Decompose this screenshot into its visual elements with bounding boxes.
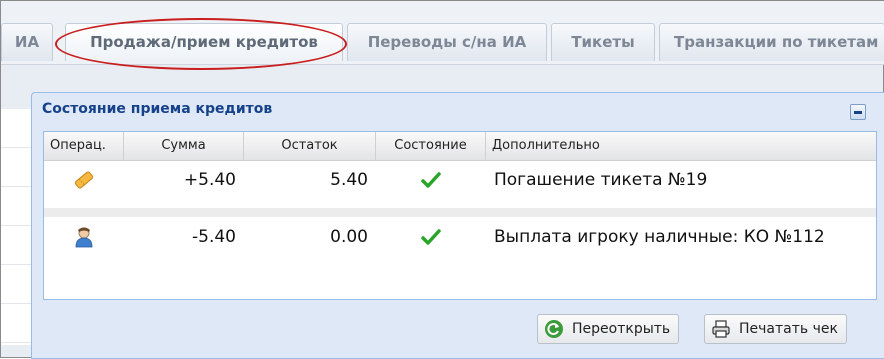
minus-icon [854,111,862,114]
column-header-status[interactable]: Состояние [376,132,486,160]
highlight-annotation [55,18,347,70]
reopen-button[interactable]: Переоткрыть [537,314,680,344]
tab-transfers[interactable]: Переводы с/на ИА [347,23,547,61]
credit-status-panel: Состояние приема кредитов Операц. Сумма … [31,92,884,359]
tab-label: ИА [14,33,40,51]
reopen-label: Переоткрыть [572,321,671,337]
tab-label: Тикеты [571,33,635,51]
table-row[interactable]: -5.40 0.00 Выплата игроку наличные: КО №… [44,218,876,256]
balance-cell: 0.00 [330,227,368,247]
details-cell: Выплата игроку наличные: КО №112 [494,227,825,247]
background-grid [1,109,32,345]
amount-cell: +5.40 [183,170,236,190]
printer-icon [711,319,731,339]
table-row[interactable]: +5.40 5.40 Погашение тикета №19 [44,161,876,199]
tab-tickets[interactable]: Тикеты [551,23,655,61]
credits-grid: Операц. Сумма Остаток Состояние Дополнит… [43,131,877,300]
panel-title: Состояние приема кредитов [42,101,273,117]
checkmark-icon [376,218,486,256]
ticket-icon [44,161,124,199]
column-header-balance[interactable]: Остаток [244,132,376,160]
refresh-icon [544,319,564,339]
user-icon [44,218,124,256]
details-cell: Погашение тикета №19 [494,170,708,190]
grid-header: Операц. Сумма Остаток Состояние Дополнит… [44,132,876,161]
column-header-amount[interactable]: Сумма [124,132,244,160]
window: ИА Продажа/прием кредитов Переводы с/на … [0,0,884,359]
print-label: Печатать чек [739,321,838,337]
tab-strip: ИА Продажа/прием кредитов Переводы с/на … [1,1,884,70]
tab-ticket-transactions[interactable]: Транзакции по тикетам [659,23,884,61]
checkmark-icon [376,161,486,199]
column-header-operation[interactable]: Операц. [44,132,124,160]
column-header-details[interactable]: Дополнительно [486,132,876,160]
balance-cell: 5.40 [330,170,368,190]
print-receipt-button[interactable]: Печатать чек [704,314,847,344]
collapse-button[interactable] [850,104,866,120]
row-separator [44,208,876,217]
tab-label: Транзакции по тикетам [674,33,879,51]
tab-ia[interactable]: ИА [1,23,53,61]
amount-cell: -5.40 [192,227,236,247]
tab-label: Переводы с/на ИА [367,33,527,51]
